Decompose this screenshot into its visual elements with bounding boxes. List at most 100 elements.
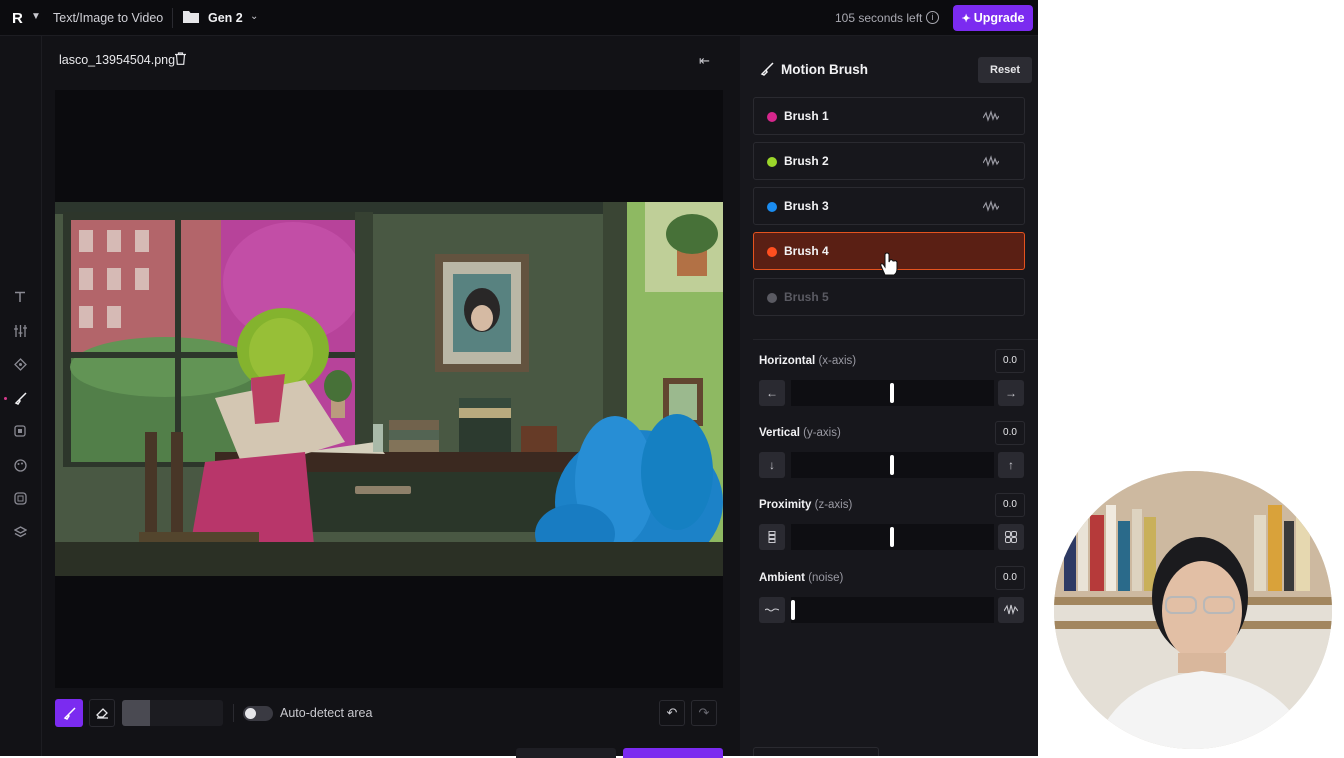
sparkle-icon: ✦: [961, 13, 971, 25]
upgrade-button[interactable]: ✦ Upgrade: [953, 5, 1033, 31]
ambient-value[interactable]: 0.0: [995, 566, 1025, 590]
camera-motion-icon[interactable]: [10, 354, 30, 374]
brush-color-dot: [767, 293, 777, 303]
brush-item-2[interactable]: Brush 2: [753, 142, 1025, 180]
waveform-icon[interactable]: [983, 155, 999, 167]
brush-tool-button[interactable]: [55, 699, 83, 727]
motion-brush-icon: [760, 62, 774, 76]
film-icon[interactable]: [10, 488, 30, 508]
tool-title[interactable]: Text/Image to Video: [53, 11, 163, 25]
active-indicator: [4, 397, 7, 400]
proximity-title: Proximity: [759, 499, 812, 511]
panel-title: Motion Brush: [781, 62, 868, 77]
motion-brush-icon[interactable]: [10, 388, 30, 408]
auto-detect-toggle[interactable]: [243, 706, 273, 721]
divider: [233, 704, 234, 722]
arrow-up-icon[interactable]: ↑: [998, 452, 1024, 478]
zoom-out-icon[interactable]: [759, 524, 785, 550]
divider: [172, 8, 173, 28]
brush-item-1[interactable]: Brush 1: [753, 97, 1025, 135]
brush-label: Brush 2: [784, 154, 829, 168]
hand-cursor-icon: [880, 252, 898, 276]
zoom-in-icon[interactable]: [998, 524, 1024, 550]
slider-thumb[interactable]: [890, 455, 894, 475]
waveform-icon[interactable]: [983, 200, 999, 212]
vertical-sub: (y-axis): [803, 427, 841, 439]
brush-size-fill: [122, 700, 150, 726]
proximity-value[interactable]: 0.0: [995, 493, 1025, 517]
proximity-label: Proximity (z-axis): [759, 499, 852, 511]
ambient-sub: (noise): [808, 572, 844, 584]
proximity-sub: (z-axis): [814, 499, 853, 511]
trash-icon[interactable]: [175, 52, 186, 65]
brush-color-dot: [767, 202, 777, 212]
panel-footer-button[interactable]: [753, 747, 879, 756]
secondary-action-button[interactable]: [516, 748, 616, 758]
redo-button[interactable]: ↷: [691, 700, 717, 726]
undo-button[interactable]: ↶: [659, 700, 685, 726]
eraser-tool-button[interactable]: [89, 699, 115, 727]
info-icon[interactable]: i: [926, 11, 939, 24]
vertical-label: Vertical (y-axis): [759, 427, 841, 439]
uploaded-image[interactable]: [55, 202, 723, 576]
arrow-left-icon[interactable]: ←: [759, 380, 785, 406]
project-name[interactable]: Gen 2: [208, 11, 243, 25]
text-icon[interactable]: [10, 287, 30, 307]
brush-toolbar: Auto-detect area ↶ ↷: [55, 698, 723, 728]
slider-thumb[interactable]: [890, 527, 894, 547]
brush-label: Brush 1: [784, 109, 829, 123]
slider-thumb[interactable]: [791, 600, 795, 620]
toggle-knob: [245, 708, 256, 719]
chevron-down-icon[interactable]: ▼: [31, 11, 41, 22]
filename-label: lasco_13954504.png: [59, 53, 176, 67]
image-canvas[interactable]: [55, 90, 723, 688]
brush-color-dot: [767, 112, 777, 122]
brush-label: Brush 5: [784, 290, 829, 304]
top-bar: R ▼ Text/Image to Video Gen 2 ⌄ 105 seco…: [0, 0, 1038, 36]
upgrade-label: Upgrade: [973, 11, 1025, 25]
vertical-title: Vertical: [759, 427, 800, 439]
brush-item-5[interactable]: Brush 5: [753, 278, 1025, 316]
arrow-right-icon[interactable]: →: [998, 380, 1024, 406]
ambient-slider[interactable]: [791, 597, 994, 623]
ambient-label: Ambient (noise): [759, 572, 843, 584]
webcam-overlay: [1054, 471, 1332, 749]
horizontal-title: Horizontal: [759, 355, 816, 367]
ambient-title: Ambient: [759, 572, 805, 584]
proximity-slider[interactable]: [791, 524, 994, 550]
horizontal-slider[interactable]: [791, 380, 994, 406]
chevron-down-icon[interactable]: ⌄: [250, 11, 258, 22]
horizontal-sub: (x-axis): [818, 355, 857, 367]
auto-detect-label: Auto-detect area: [280, 706, 373, 720]
flat-wave-icon[interactable]: [759, 597, 785, 623]
primary-action-button[interactable]: [623, 748, 723, 758]
reset-button[interactable]: Reset: [978, 57, 1032, 83]
editor-area: lasco_13954504.png ⇤ Auto-detect area ↶ …: [43, 36, 735, 758]
frame-icon[interactable]: [10, 421, 30, 441]
adjustments-icon[interactable]: [10, 321, 30, 341]
app-window: R ▼ Text/Image to Video Gen 2 ⌄ 105 seco…: [0, 0, 1038, 758]
brush-label: Brush 4: [784, 244, 829, 258]
horizontal-label: Horizontal (x-axis): [759, 355, 856, 367]
layers-icon[interactable]: [10, 522, 30, 542]
divider: [753, 339, 1038, 340]
arrow-down-icon[interactable]: ↓: [759, 452, 785, 478]
app-logo[interactable]: R: [12, 10, 23, 27]
brush-label: Brush 3: [784, 199, 829, 213]
folder-icon: [183, 11, 199, 23]
horizontal-value[interactable]: 0.0: [995, 349, 1025, 373]
palette-icon[interactable]: [10, 455, 30, 475]
collapse-panel-icon[interactable]: ⇤: [699, 53, 710, 69]
left-toolbar: [0, 36, 42, 756]
brush-color-dot: [767, 157, 777, 167]
brush-color-dot: [767, 247, 777, 257]
time-remaining: 105 seconds left: [835, 11, 923, 25]
vertical-slider[interactable]: [791, 452, 994, 478]
waveform-icon[interactable]: [998, 597, 1024, 623]
motion-brush-panel: Motion Brush Reset Brush 1 Brush 2 Brush…: [740, 36, 1038, 756]
brush-item-3[interactable]: Brush 3: [753, 187, 1025, 225]
brush-size-slider[interactable]: [122, 700, 223, 726]
vertical-value[interactable]: 0.0: [995, 421, 1025, 445]
waveform-icon[interactable]: [983, 110, 999, 122]
slider-thumb[interactable]: [890, 383, 894, 403]
